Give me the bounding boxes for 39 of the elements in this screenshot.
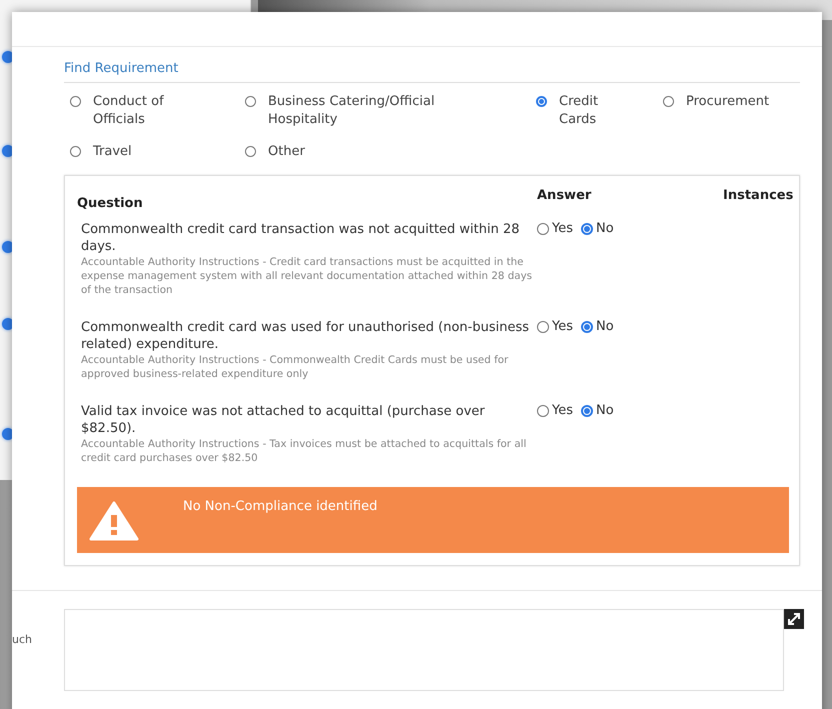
radio-icon[interactable] bbox=[70, 96, 81, 107]
section-title: Find Requirement bbox=[64, 61, 800, 83]
column-header: Instances bbox=[723, 188, 794, 205]
radio-icon[interactable] bbox=[245, 146, 256, 157]
alert-text: No Non-Compliance identified bbox=[183, 498, 378, 516]
guidance-text: Accountable Authority Instructions - Tax invoices must be attached to acquittals for all credit card purchases over $82.50 bbox=[80, 437, 528, 465]
field-label: uch bbox=[12, 632, 33, 646]
column-header: Answer bbox=[537, 188, 592, 205]
radio-icon[interactable] bbox=[536, 96, 547, 107]
expand-icon[interactable] bbox=[784, 609, 804, 629]
column-header: Question bbox=[77, 195, 144, 211]
answer-radio[interactable]: No bbox=[581, 319, 614, 334]
answer-radio[interactable]: No bbox=[581, 221, 614, 236]
radio-icon[interactable] bbox=[581, 320, 593, 332]
category-radio[interactable]: Business Catering/Official Hospitality bbox=[245, 93, 536, 129]
guidance-text: Accountable Authority Instructions - Commonwealth Credit Cards must be used for approved business-related expenditure only bbox=[80, 353, 510, 381]
question-text: Commonwealth credit card was used for unauthorised (non-business related) expenditure. bbox=[80, 319, 530, 353]
category-radio[interactable]: Credit Cards bbox=[536, 93, 663, 129]
category-radio[interactable]: Conduct of Officials bbox=[70, 93, 245, 129]
radio-icon[interactable] bbox=[581, 222, 593, 234]
answer-radio[interactable]: Yes bbox=[537, 221, 573, 236]
answer-radio[interactable]: Yes bbox=[537, 403, 573, 418]
radio-icon[interactable] bbox=[537, 320, 549, 332]
category-radio[interactable]: Procurement bbox=[663, 93, 800, 129]
notes-field[interactable] bbox=[64, 609, 784, 691]
question-text: Commonwealth credit card transaction was not acquitted within 28 days. bbox=[80, 221, 521, 255]
answer-radio[interactable]: No bbox=[581, 403, 614, 418]
question-text: Valid tax invoice was not attached to acquittal (purchase over $82.50). bbox=[80, 403, 486, 437]
answer-radio[interactable]: Yes bbox=[537, 319, 573, 334]
category-radio[interactable]: Other bbox=[245, 143, 536, 161]
radio-icon[interactable] bbox=[581, 404, 593, 416]
radio-icon[interactable] bbox=[70, 146, 81, 157]
radio-icon[interactable] bbox=[537, 222, 549, 234]
radio-icon[interactable] bbox=[537, 404, 549, 416]
radio-icon[interactable] bbox=[663, 96, 674, 107]
guidance-text: Accountable Authority Instructions - Credit card transactions must be acquitted in the expense management system with all relevant documentation attached within 28 days of the transaction bbox=[80, 255, 534, 297]
warning-icon bbox=[89, 501, 139, 541]
radio-icon[interactable] bbox=[245, 96, 256, 107]
category-radio[interactable]: Travel bbox=[70, 143, 245, 161]
